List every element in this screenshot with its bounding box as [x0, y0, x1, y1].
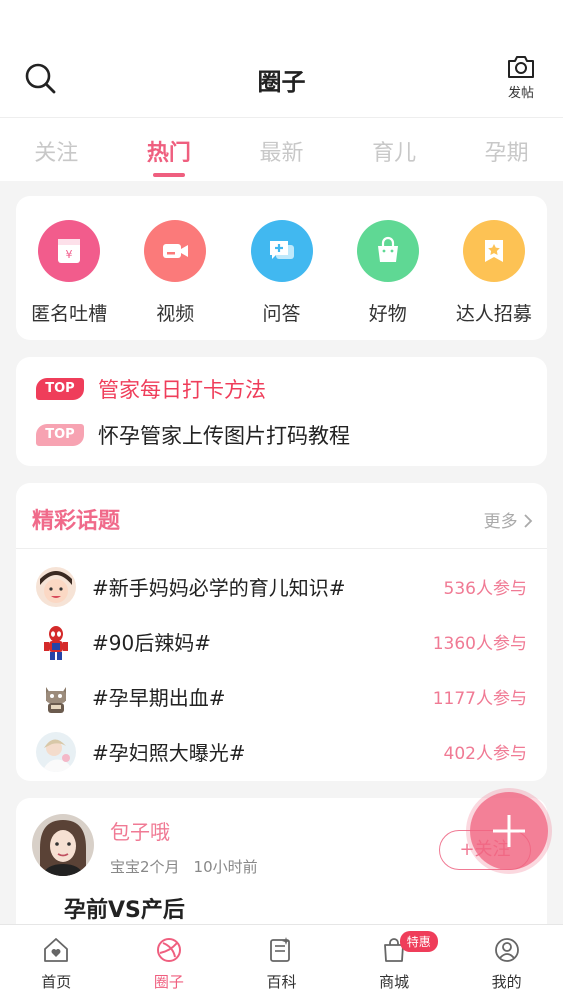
bottom-nav: 首页 圈子 百科 特惠 商城 我的	[0, 924, 563, 1000]
post-meta: 宝宝2个月 10小时前	[110, 856, 258, 877]
category-label: 好物	[368, 303, 407, 325]
avatar[interactable]	[32, 814, 94, 876]
nav-encyclopedia[interactable]: 百科	[225, 925, 338, 1000]
topics-title: 精彩话题	[32, 509, 121, 534]
post-author[interactable]: 包子哦	[110, 816, 170, 845]
top-badge: TOP	[36, 378, 84, 400]
pinned-title: 怀孕管家上传图片打码教程	[98, 424, 350, 448]
post-time: 10小时前	[193, 858, 258, 876]
nav-circle[interactable]: 圈子	[113, 925, 226, 1000]
create-post-fab[interactable]	[470, 792, 548, 870]
pinned-item[interactable]: TOP 怀孕管家上传图片打码教程	[36, 419, 527, 451]
nav-label: 商城	[379, 973, 410, 991]
topic-row[interactable]: #90后辣妈# 1360人参与	[16, 614, 547, 669]
topic-name: #新手妈妈必学的育儿知识#	[92, 576, 346, 600]
tab-latest[interactable]: 最新	[225, 118, 338, 181]
shop-badge: 特惠	[399, 931, 438, 952]
video-icon	[144, 220, 207, 282]
topic-avatar	[36, 676, 76, 717]
topics-card: 精彩话题 更多 #新手妈妈必学的育儿知识# 536人参与 #90后辣妈# 136…	[16, 483, 547, 781]
post-button-label: 发帖	[507, 86, 534, 101]
chevron-right-icon	[524, 514, 533, 528]
category-label: 匿名吐槽	[31, 303, 108, 325]
topics-header: 精彩话题 更多	[16, 483, 547, 549]
tab-popular[interactable]: 热门	[113, 118, 226, 181]
qa-icon	[250, 220, 313, 282]
topic-name: #孕妇照大曝光#	[92, 741, 246, 765]
tab-following[interactable]: 关注	[0, 118, 113, 181]
header: 圈子 发帖	[0, 0, 563, 118]
tab-pregnancy[interactable]: 孕期	[450, 118, 563, 181]
category-recruit[interactable]: 达人招募	[441, 196, 547, 340]
baby-age: 宝宝2个月	[110, 858, 180, 876]
tab-bar: 关注 热门 最新 育儿 孕期	[0, 118, 563, 181]
topic-name: #90后辣妈#	[92, 631, 211, 655]
topic-count: 1177人参与	[432, 689, 527, 709]
svg-text:¥: ¥	[66, 248, 73, 261]
nav-home[interactable]: 首页	[0, 925, 113, 1000]
profile-icon	[494, 938, 519, 962]
more-link[interactable]: 更多	[484, 507, 533, 532]
category-card: ¥ 匿名吐槽 视频 问答 好物 达人招募	[16, 196, 547, 340]
post-title[interactable]: 孕前VS产后	[64, 892, 185, 924]
plus-icon	[493, 815, 525, 847]
more-label: 更多	[483, 512, 518, 532]
pinned-card: TOP 管家每日打卡方法 TOP 怀孕管家上传图片打码教程	[16, 357, 547, 466]
topic-count: 402人参与	[443, 744, 527, 764]
topic-avatar	[36, 621, 76, 662]
camera-icon	[508, 56, 534, 78]
nav-label: 百科	[266, 973, 297, 991]
nav-label: 圈子	[153, 973, 184, 991]
category-video[interactable]: 视频	[122, 196, 228, 340]
category-label: 问答	[262, 303, 301, 325]
nav-shop[interactable]: 特惠 商城	[338, 925, 451, 1000]
pinned-title: 管家每日打卡方法	[98, 378, 266, 402]
tab-parenting[interactable]: 育儿	[338, 118, 451, 181]
encyclopedia-icon	[270, 937, 291, 962]
category-qa[interactable]: 问答	[228, 196, 334, 340]
nav-label: 我的	[491, 973, 522, 991]
nav-label: 首页	[41, 973, 72, 991]
home-icon	[44, 938, 69, 962]
topic-avatar	[36, 566, 76, 607]
category-label: 达人招募	[455, 303, 532, 325]
category-goods[interactable]: 好物	[335, 196, 441, 340]
page-title: 圈子	[257, 68, 306, 96]
category-label: 视频	[156, 303, 195, 325]
topic-row[interactable]: #孕妇照大曝光# 402人参与	[16, 724, 547, 779]
circle-icon	[156, 938, 181, 962]
top-badge: TOP	[36, 424, 84, 446]
topic-avatar	[36, 731, 76, 772]
topic-count: 536人参与	[443, 579, 527, 599]
badge-icon	[462, 220, 525, 282]
pinned-item[interactable]: TOP 管家每日打卡方法	[36, 373, 527, 405]
topic-row[interactable]: #孕早期出血# 1177人参与	[16, 669, 547, 724]
anonymous-icon: ¥	[38, 220, 101, 282]
topic-row[interactable]: #新手妈妈必学的育儿知识# 536人参与	[16, 559, 547, 614]
shopping-bag-icon	[356, 220, 419, 282]
nav-profile[interactable]: 我的	[450, 925, 563, 1000]
category-anonymous[interactable]: ¥ 匿名吐槽	[16, 196, 122, 340]
topic-count: 1360人参与	[432, 634, 527, 654]
post-button[interactable]: 发帖	[501, 54, 541, 101]
topic-name: #孕早期出血#	[92, 686, 226, 710]
